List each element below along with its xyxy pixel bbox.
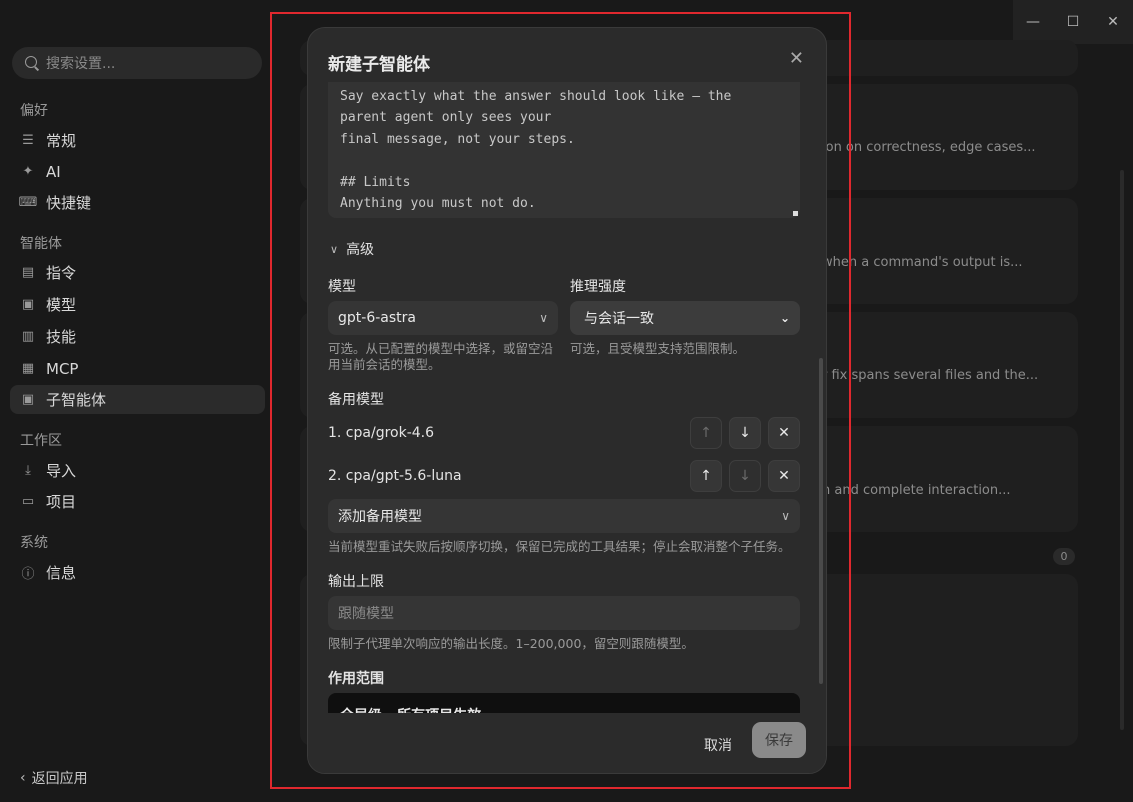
fallback-item: 2. cpa/gpt-5.6-luna ↑ ↓ ✕ (328, 459, 800, 493)
background-snippet: n and complete interaction... (822, 483, 1011, 498)
section-title-workspace: 工作区 (20, 433, 62, 449)
sidebar-item-ai[interactable]: ✦ AI (10, 157, 265, 186)
output-limit-input[interactable]: 跟随模型 (328, 596, 800, 630)
cancel-button[interactable]: 取消 (702, 729, 734, 761)
sidebar: 搜索设置... 偏好 ☰ 常规 ✦ AI ⌨ 快捷键 智能体 ▤ 指令 ▣ 模型… (0, 0, 276, 802)
keyboard-icon: ⌨ (18, 195, 38, 210)
close-window-icon[interactable]: ✕ (1093, 0, 1133, 44)
dialog-footer: 取消 保存 (308, 713, 826, 773)
prompt-textarea[interactable]: Say exactly what the answer should look … (328, 82, 800, 218)
sidebar-item-label: 导入 (46, 462, 77, 480)
remove-button[interactable]: ✕ (768, 460, 800, 492)
section-title-agents: 智能体 (20, 236, 62, 252)
background-snippet: when a command's output is... (822, 255, 1023, 270)
sidebar-item-models[interactable]: ▣ 模型 (10, 290, 265, 319)
dialog-scrollbar[interactable] (819, 358, 823, 684)
add-fallback-select[interactable]: 添加备用模型 ∨ (328, 499, 800, 533)
fallback-help: 当前模型重试失败后按顺序切换，保留已完成的工具结果；停止会取消整个子任务。 (328, 539, 791, 554)
sidebar-item-label: 指令 (46, 264, 77, 282)
chevron-down-icon: ⌄ (779, 311, 790, 325)
reasoning-label: 推理强度 (570, 279, 626, 295)
search-input[interactable]: 搜索设置... (12, 47, 262, 79)
book-icon: ▥ (21, 329, 35, 344)
background-snippet: r fix spans several files and the... (822, 368, 1039, 383)
dialog-title: 新建子智能体 (328, 55, 430, 75)
resize-handle-icon[interactable] (793, 211, 798, 216)
archive-icon: ▭ (21, 494, 35, 509)
sidebar-item-mcp[interactable]: ▦ MCP (10, 354, 265, 383)
sidebar-item-label: MCP (46, 359, 79, 378)
fallback-name: 2. cpa/gpt-5.6-luna (328, 468, 462, 484)
reasoning-select[interactable]: 与会话一致 ⌄ (570, 301, 800, 335)
back-label: 返回应用 (31, 771, 88, 787)
fallback-item: 1. cpa/grok-4.6 ↑ ↓ ✕ (328, 416, 800, 450)
chevron-down-icon: ∨ (330, 242, 339, 256)
sidebar-item-import[interactable]: ⤓ 导入 (10, 456, 265, 485)
advanced-toggle[interactable]: ∨ 高级 (330, 239, 374, 259)
new-subagent-dialog: 新建子智能体 ✕ Say exactly what the answer sho… (307, 27, 827, 774)
fallback-name: 1. cpa/grok-4.6 (328, 425, 435, 441)
sidebar-item-general[interactable]: ☰ 常规 (10, 126, 265, 155)
search-icon (24, 55, 40, 71)
save-button[interactable]: 保存 (752, 722, 806, 758)
model-value: gpt-6-astra (338, 310, 416, 326)
output-limit-label: 输出上限 (328, 574, 384, 590)
sidebar-item-label: AI (46, 162, 61, 181)
move-up-button[interactable]: ↑ (690, 417, 722, 449)
scope-label: 作用范围 (328, 671, 384, 687)
maximize-icon[interactable]: ☐ (1053, 0, 1093, 44)
move-up-button[interactable]: ↑ (690, 460, 722, 492)
sidebar-item-info[interactable]: ⓘ 信息 (10, 558, 265, 587)
page-scrollbar[interactable] (1120, 170, 1124, 730)
count-badge: 0 (1053, 548, 1075, 565)
chevron-down-icon: ∨ (781, 509, 790, 523)
fallback-label: 备用模型 (328, 392, 384, 408)
window-controls: — ☐ ✕ (1013, 0, 1133, 44)
remove-button[interactable]: ✕ (768, 417, 800, 449)
reasoning-value: 与会话一致 (584, 311, 654, 327)
sidebar-item-shortcuts[interactable]: ⌨ 快捷键 (10, 188, 265, 217)
sidebar-item-label: 信息 (46, 564, 77, 582)
section-title-system: 系统 (20, 535, 48, 551)
sidebar-item-skills[interactable]: ▥ 技能 (10, 322, 265, 351)
sidebar-item-instructions[interactable]: ▤ 指令 (10, 258, 265, 287)
info-icon: ⓘ (21, 567, 35, 582)
sidebar-item-subagents[interactable]: ▣ 子智能体 (10, 385, 265, 414)
server-icon: ▦ (21, 361, 35, 376)
model-select[interactable]: gpt-6-astra ∨ (328, 301, 558, 335)
sidebar-item-label: 技能 (46, 328, 77, 346)
sparkle-icon: ✦ (22, 164, 34, 179)
model-help: 可选。从已配置的模型中选择，或留空沿用当前会话的模型。 (328, 341, 554, 372)
sliders-icon: ☰ (22, 133, 34, 148)
document-icon: ▤ (21, 265, 35, 280)
add-fallback-label: 添加备用模型 (338, 509, 422, 525)
search-placeholder: 搜索设置... (46, 56, 116, 72)
advanced-label: 高级 (346, 242, 375, 258)
sidebar-item-projects[interactable]: ▭ 项目 (10, 487, 265, 516)
move-down-button[interactable]: ↓ (729, 417, 761, 449)
sidebar-item-label: 模型 (46, 296, 77, 314)
output-limit-help: 限制子代理单次响应的输出长度。1–200,000，留空则跟随模型。 (328, 636, 694, 651)
sidebar-item-label: 项目 (46, 493, 77, 511)
output-limit-placeholder: 跟随模型 (338, 606, 394, 622)
robot-icon: ▣ (21, 297, 35, 312)
move-down-button[interactable]: ↓ (729, 460, 761, 492)
chevron-left-icon: ‹ (20, 770, 26, 786)
download-icon: ⤓ (25, 463, 31, 478)
minimize-icon[interactable]: — (1013, 0, 1053, 44)
reasoning-help: 可选，且受模型支持范围限制。 (570, 341, 746, 356)
section-title-preferences: 偏好 (20, 103, 48, 119)
robot-icon: ▣ (21, 392, 35, 407)
model-label: 模型 (328, 279, 356, 295)
close-icon[interactable]: ✕ (789, 48, 804, 69)
sidebar-item-label: 快捷键 (46, 194, 92, 212)
prompt-text: Say exactly what the answer should look … (340, 89, 732, 212)
background-snippet: ion on correctness, edge cases... (822, 140, 1036, 155)
back-to-app-link[interactable]: ‹ 返回应用 (20, 768, 88, 788)
sidebar-item-label: 子智能体 (46, 391, 107, 409)
sidebar-item-label: 常规 (46, 132, 77, 150)
chevron-down-icon: ∨ (539, 311, 548, 325)
